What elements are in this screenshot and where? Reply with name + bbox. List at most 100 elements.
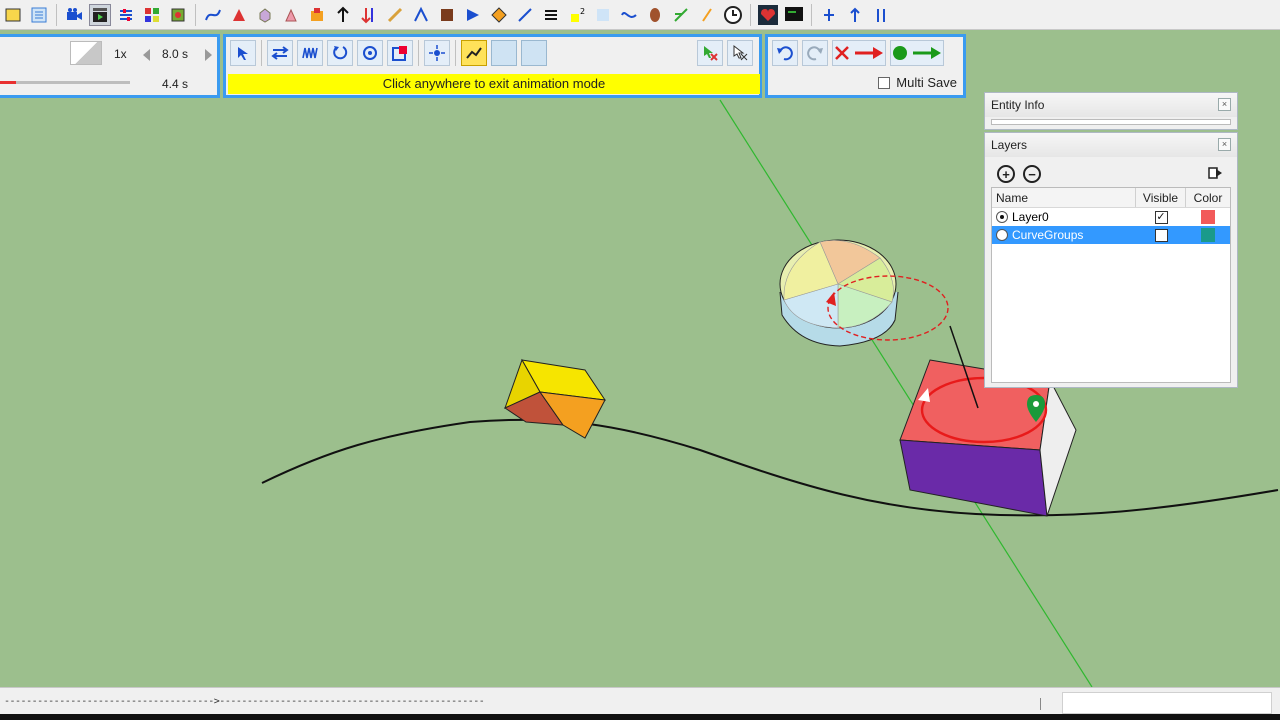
- preview-swatch: [70, 41, 102, 65]
- tool-icon[interactable]: [592, 4, 614, 26]
- tool-icon[interactable]: [696, 4, 718, 26]
- arrow-icon[interactable]: [358, 4, 380, 26]
- toolbar-separator: [811, 3, 812, 26]
- undo-icon[interactable]: [772, 40, 798, 66]
- time-slider[interactable]: [0, 81, 130, 84]
- layer-name: CurveGroups: [1012, 228, 1084, 242]
- curve-icon[interactable]: [202, 4, 224, 26]
- heart-icon[interactable]: [757, 4, 779, 26]
- close-icon[interactable]: ×: [1218, 138, 1231, 151]
- visible-checkbox[interactable]: [1154, 228, 1168, 242]
- layers-title[interactable]: Layers ×: [985, 133, 1237, 157]
- tool-icon[interactable]: [436, 4, 458, 26]
- tool-icon[interactable]: [488, 4, 510, 26]
- tool-icon[interactable]: [280, 4, 302, 26]
- svg-text:2: 2: [580, 7, 585, 16]
- select-outline-icon[interactable]: [727, 40, 753, 66]
- layer-name: Layer0: [1012, 210, 1049, 224]
- time-slider-progress: [0, 81, 16, 84]
- monitor-icon[interactable]: [783, 4, 805, 26]
- speed-value[interactable]: 1x: [114, 47, 127, 61]
- tool-icon[interactable]: [254, 4, 276, 26]
- top-toolbar: 2: [0, 0, 1280, 30]
- active-layer-radio[interactable]: [996, 211, 1008, 223]
- layers-icon[interactable]: [2, 4, 24, 26]
- tool-icon[interactable]: [644, 4, 666, 26]
- layer-details-icon[interactable]: [1207, 165, 1223, 181]
- status-divider: [1040, 698, 1041, 710]
- remove-layer-icon[interactable]: −: [1023, 165, 1041, 183]
- multi-save-option[interactable]: Multi Save: [878, 75, 957, 90]
- select-remove-icon[interactable]: [697, 40, 723, 66]
- curve-icon[interactable]: [618, 4, 640, 26]
- rotate-icon[interactable]: [327, 40, 353, 66]
- up-arrow-icon[interactable]: [870, 4, 892, 26]
- camera-icon[interactable]: [63, 4, 85, 26]
- redo-icon[interactable]: [802, 40, 828, 66]
- settings-icon[interactable]: [115, 4, 137, 26]
- clapboard-icon[interactable]: [89, 3, 111, 26]
- up-arrow-icon[interactable]: [844, 4, 866, 26]
- column-header-color[interactable]: Color: [1186, 188, 1230, 207]
- animation-path-curve: [261, 418, 1279, 517]
- time-decrease-icon[interactable]: [143, 49, 150, 61]
- total-time[interactable]: 8.0 s: [162, 47, 188, 61]
- clock-icon[interactable]: [722, 4, 744, 26]
- layer-row[interactable]: CurveGroups: [992, 226, 1230, 244]
- toolbar-separator: [455, 40, 456, 66]
- spring-icon[interactable]: [297, 40, 323, 66]
- move-icon[interactable]: [267, 40, 293, 66]
- tool-icon[interactable]: [228, 4, 250, 26]
- toolbar-separator: [418, 40, 419, 66]
- play-icon[interactable]: [890, 40, 944, 66]
- toolbar-separator: [261, 40, 262, 66]
- layer-color-swatch[interactable]: [1201, 210, 1215, 224]
- curve-path-icon[interactable]: [461, 40, 487, 66]
- scale-icon[interactable]: [387, 40, 413, 66]
- entity-info-title-text: Entity Info: [991, 98, 1045, 112]
- arrow-icon[interactable]: [332, 4, 354, 26]
- spin-icon[interactable]: [357, 40, 383, 66]
- tool-icon[interactable]: [306, 4, 328, 26]
- tool-icon[interactable]: [540, 4, 562, 26]
- layer-color-swatch[interactable]: [1201, 228, 1215, 242]
- explode-icon[interactable]: [424, 40, 450, 66]
- select-arrow-icon[interactable]: [230, 40, 256, 66]
- toolbar-separator: [56, 3, 57, 26]
- column-header-name[interactable]: Name: [992, 188, 1136, 207]
- empty-slot-icon[interactable]: [521, 40, 547, 66]
- screen-edge: [0, 714, 1280, 720]
- animation-playback-panel: Multi Save: [765, 34, 966, 98]
- components-icon[interactable]: [141, 4, 163, 26]
- tool-icon[interactable]: [514, 4, 536, 26]
- tool-icon[interactable]: 2: [566, 4, 588, 26]
- add-layer-icon[interactable]: +: [997, 165, 1015, 183]
- tool-icon[interactable]: [462, 4, 484, 26]
- entity-info-title[interactable]: Entity Info ×: [985, 93, 1237, 117]
- layers-title-text: Layers: [991, 138, 1028, 152]
- yellow-box: [503, 358, 607, 439]
- tool-icon[interactable]: [410, 4, 432, 26]
- entity-info-field: [991, 119, 1231, 125]
- up-arrow-icon[interactable]: [818, 4, 840, 26]
- visible-checkbox[interactable]: ✓: [1154, 210, 1168, 224]
- multi-save-checkbox[interactable]: [878, 76, 891, 89]
- multi-save-label: Multi Save: [896, 75, 957, 90]
- active-layer-radio[interactable]: [996, 229, 1008, 241]
- current-time: 4.4 s: [162, 77, 189, 91]
- empty-slot-icon[interactable]: [491, 40, 517, 66]
- materials-icon[interactable]: [167, 4, 189, 26]
- pen-icon[interactable]: [384, 4, 406, 26]
- stop-record-icon[interactable]: [832, 40, 886, 66]
- layers-table-header: Name Visible Color: [992, 188, 1230, 208]
- column-header-visible[interactable]: Visible: [1136, 188, 1186, 207]
- tool-icon[interactable]: [670, 4, 692, 26]
- outliner-icon[interactable]: [28, 4, 50, 26]
- time-increase-icon[interactable]: [205, 49, 212, 61]
- exit-animation-banner[interactable]: Click anywhere to exit animation mode: [228, 74, 760, 94]
- measurements-field[interactable]: [1062, 692, 1272, 714]
- layers-table: Name Visible Color Layer0 ✓ CurveGroups: [991, 187, 1231, 383]
- layer-row[interactable]: Layer0 ✓: [992, 208, 1230, 226]
- close-icon[interactable]: ×: [1218, 98, 1231, 111]
- cylinder: [779, 239, 949, 347]
